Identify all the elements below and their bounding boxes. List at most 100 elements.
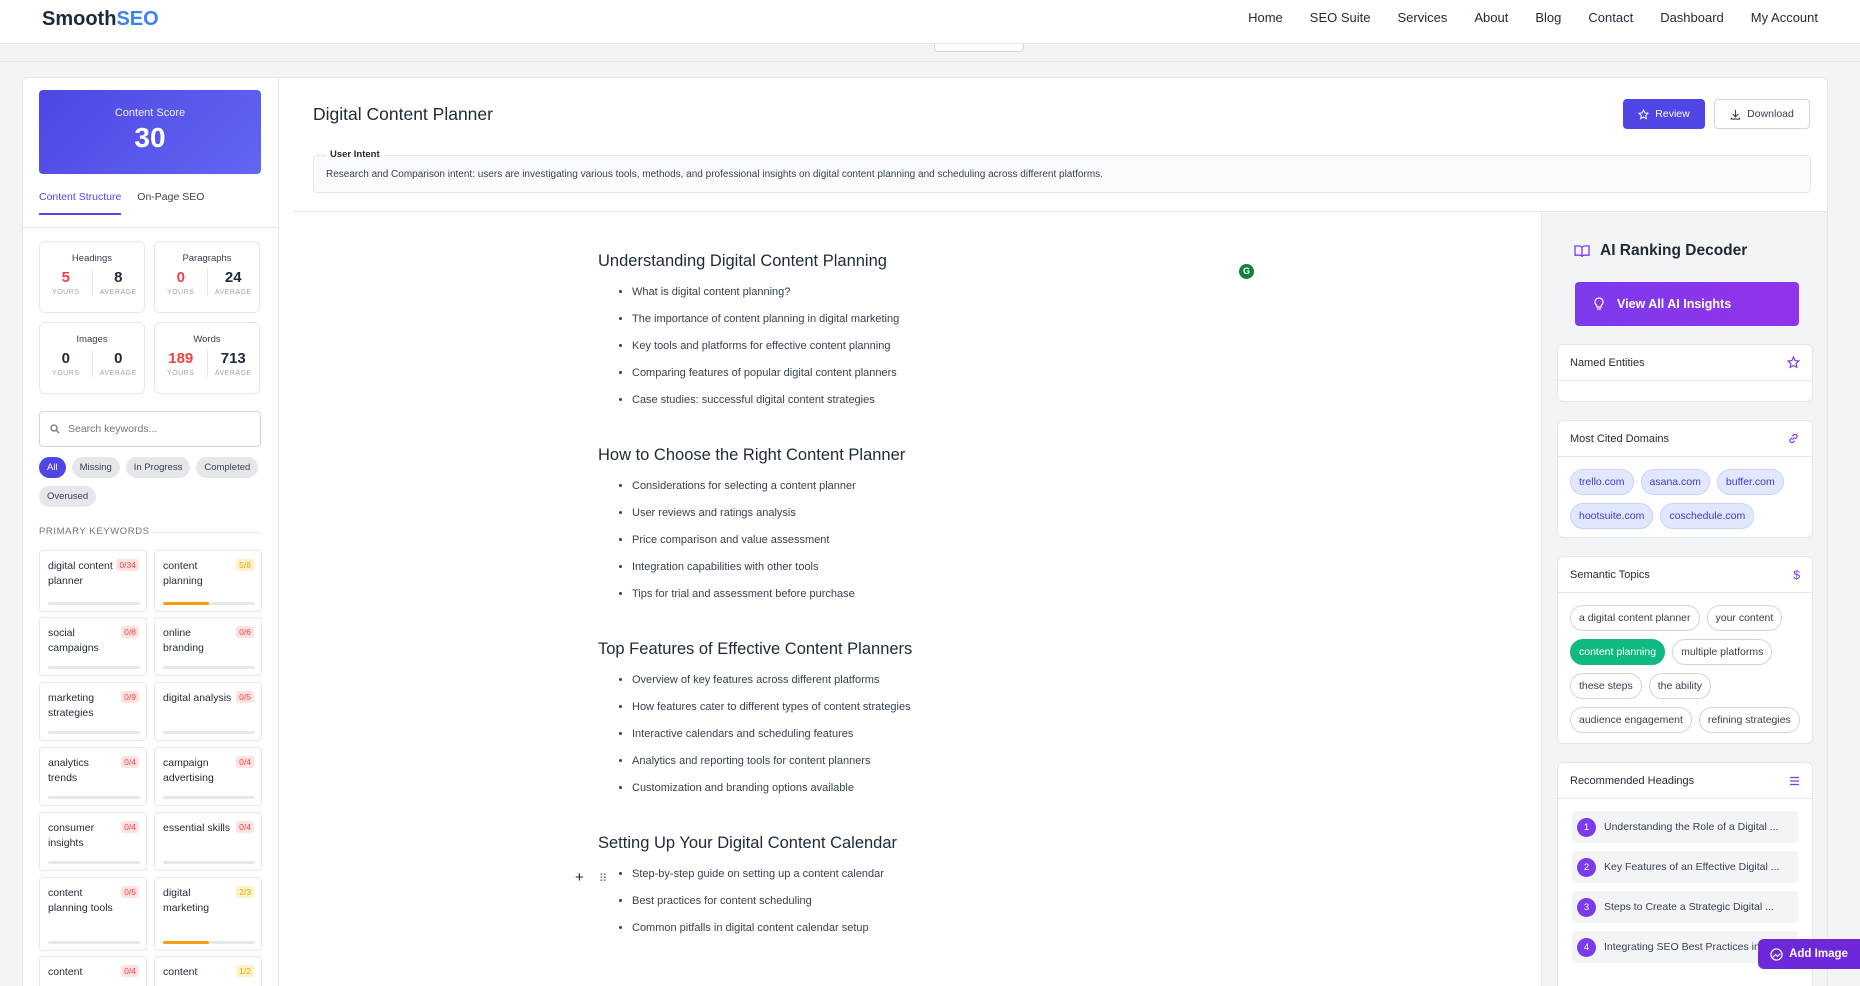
add-image-button[interactable]: Add Image: [1758, 939, 1860, 969]
nav-home[interactable]: Home: [1248, 10, 1283, 25]
filter-missing[interactable]: Missing: [71, 457, 120, 478]
keyword-card[interactable]: digital analysis 0/5: [154, 682, 262, 741]
topic-chip[interactable]: audience engagement: [1570, 707, 1692, 733]
content-editor[interactable]: Understanding Digital Content Planning W…: [293, 212, 1541, 986]
named-entities-header: Named Entities: [1558, 345, 1812, 381]
editor-content[interactable]: Understanding Digital Content Planning W…: [598, 252, 1298, 974]
keyword-card[interactable]: consumer insights 0/4: [39, 812, 147, 871]
keyword-card[interactable]: campaign advertising 0/4: [154, 747, 262, 806]
topic-chip[interactable]: refining strategies: [1698, 707, 1800, 733]
section-heading[interactable]: Setting Up Your Digital Content Calendar: [598, 834, 1298, 853]
user-intent-box: User Intent Research and Comparison inte…: [313, 149, 1811, 193]
list-item[interactable]: Price comparison and value assessment: [632, 533, 1298, 548]
domain-chip[interactable]: trello.com: [1570, 469, 1634, 495]
grammarly-icon[interactable]: G: [1239, 264, 1254, 279]
keyword-count: 5/8: [236, 559, 254, 571]
yours-label: YOURS: [52, 289, 80, 296]
topic-chip[interactable]: a digital content planner: [1570, 605, 1700, 631]
keyword-count: 0/4: [236, 821, 254, 833]
average-label: AVERAGE: [99, 289, 137, 296]
topic-chip[interactable]: the ability: [1648, 673, 1712, 699]
review-button[interactable]: Review: [1623, 99, 1705, 129]
filter-in-progress[interactable]: In Progress: [125, 457, 191, 478]
logo-text-seo: SEO: [116, 8, 159, 30]
domain-chip[interactable]: hootsuite.com: [1570, 503, 1654, 529]
nav-seo-suite[interactable]: SEO Suite: [1310, 10, 1371, 25]
keyword-card[interactable]: content planning tools 0/5: [39, 877, 147, 951]
list-item[interactable]: What is digital content planning?: [632, 285, 1298, 300]
keyword-card[interactable]: content 0/4: [39, 956, 147, 986]
list-item[interactable]: Common pitfalls in digital content calen…: [632, 921, 1298, 936]
list-item[interactable]: Tips for trial and assessment before pur…: [632, 587, 1298, 602]
stat-average: 713: [220, 350, 246, 367]
nav-dashboard[interactable]: Dashboard: [1660, 10, 1724, 25]
topic-chip[interactable]: your content: [1706, 605, 1783, 631]
recommended-heading-item[interactable]: 2 Key Features of an Effective Digital ..…: [1572, 851, 1798, 883]
filter-all[interactable]: All: [39, 457, 66, 478]
topic-chip[interactable]: these steps: [1570, 673, 1642, 699]
list-item[interactable]: Considerations for selecting a content p…: [632, 479, 1298, 494]
ai-ranking-title-text: AI Ranking Decoder: [1600, 242, 1748, 259]
keyword-progress: [48, 602, 140, 605]
keyword-card[interactable]: content planning 5/8: [154, 550, 262, 612]
recommended-heading-item[interactable]: 1 Understanding the Role of a Digital ...: [1572, 811, 1798, 843]
nav-blog[interactable]: Blog: [1535, 10, 1561, 25]
keyword-card[interactable]: digital marketing 2/3: [154, 877, 262, 951]
list-item[interactable]: How features cater to different types of…: [632, 700, 1298, 715]
view-ai-insights-button[interactable]: View All AI Insights: [1575, 282, 1799, 326]
tab-on-page-seo[interactable]: On-Page SEO: [137, 191, 204, 215]
toolbar-ghost-button[interactable]: [934, 44, 1024, 52]
yours-label: YOURS: [52, 370, 80, 377]
keyword-card[interactable]: essential skills 0/4: [154, 812, 262, 871]
recommended-heading-item[interactable]: 3 Steps to Create a Strategic Digital ...: [1572, 891, 1798, 923]
search-input[interactable]: [68, 423, 248, 435]
logo[interactable]: SmoothSEO: [42, 8, 159, 31]
list-item[interactable]: Overview of key features across differen…: [632, 673, 1298, 688]
keyword-progress: [163, 602, 255, 605]
domain-chip[interactable]: buffer.com: [1716, 469, 1784, 495]
domain-chip[interactable]: asana.com: [1640, 469, 1710, 495]
keyword-progress: [48, 666, 140, 669]
star-icon: [1638, 108, 1650, 120]
nav-services[interactable]: Services: [1398, 10, 1448, 25]
section-heading[interactable]: How to Choose the Right Content Planner: [598, 446, 1298, 465]
keyword-search[interactable]: [39, 411, 261, 447]
list-item[interactable]: Interactive calendars and scheduling fea…: [632, 727, 1298, 742]
nav-about[interactable]: About: [1474, 10, 1508, 25]
list-item[interactable]: Best practices for content scheduling: [632, 894, 1298, 909]
list-item[interactable]: Comparing features of popular digital co…: [632, 366, 1298, 381]
keyword-count: 2/3: [236, 886, 254, 898]
section-heading[interactable]: Understanding Digital Content Planning: [598, 252, 1298, 271]
list-item[interactable]: Analytics and reporting tools for conten…: [632, 754, 1298, 769]
keyword-count: 0/6: [236, 626, 254, 638]
keyword-card[interactable]: marketing strategies 0/9: [39, 682, 147, 741]
tab-content-structure[interactable]: Content Structure: [39, 191, 122, 215]
topic-chip-highlighted[interactable]: content planning: [1570, 639, 1666, 665]
list-item[interactable]: The importance of content planning in di…: [632, 312, 1298, 327]
filter-completed[interactable]: Completed: [196, 457, 259, 478]
domain-chip[interactable]: coschedule.com: [1660, 503, 1755, 529]
nav-contact[interactable]: Contact: [1588, 10, 1633, 25]
nav-my-account[interactable]: My Account: [1751, 10, 1818, 25]
keyword-card[interactable]: online branding 0/6: [154, 617, 262, 676]
download-button[interactable]: Download: [1714, 99, 1810, 129]
keyword-card[interactable]: analytics trends 0/4: [39, 747, 147, 806]
keyword-card[interactable]: content 1/2: [154, 956, 262, 986]
stat-average: 0: [114, 350, 123, 367]
keyword-card[interactable]: digital content planner 0/34: [39, 550, 147, 612]
section-heading[interactable]: Top Features of Effective Content Planne…: [598, 640, 1298, 659]
filter-overused[interactable]: Overused: [39, 486, 97, 507]
list-item[interactable]: User reviews and ratings analysis: [632, 506, 1298, 521]
list-item[interactable]: Step-by-step guide on setting up a conte…: [632, 867, 1298, 882]
keyword-count: 0/5: [121, 886, 139, 898]
list-item[interactable]: Integration capabilities with other tool…: [632, 560, 1298, 575]
list-item[interactable]: Customization and branding options avail…: [632, 781, 1298, 796]
list-item[interactable]: Case studies: successful digital content…: [632, 393, 1298, 408]
keyword-name: essential skills: [163, 822, 231, 834]
keyword-card[interactable]: social campaigns 0/8: [39, 617, 147, 676]
named-entities-card: Named Entities: [1557, 344, 1813, 402]
list-item[interactable]: Key tools and platforms for effective co…: [632, 339, 1298, 354]
topic-chip[interactable]: multiple platforms: [1672, 639, 1773, 665]
add-block-icon[interactable]: +: [575, 869, 584, 886]
drag-handle-icon[interactable]: ⠿: [599, 872, 607, 885]
